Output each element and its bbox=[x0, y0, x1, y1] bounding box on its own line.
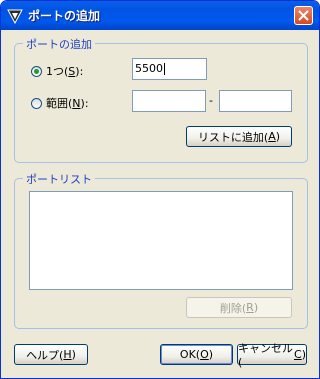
help-label: ヘルプ( bbox=[26, 348, 64, 362]
add-to-list-suffix: ) bbox=[275, 130, 281, 143]
ok-suffix: ) bbox=[208, 348, 214, 361]
add-to-list-accel: A bbox=[268, 130, 276, 143]
text-caret bbox=[164, 63, 165, 75]
range-radio[interactable]: 範囲(N): bbox=[31, 95, 89, 111]
cancel-label: キャンセル( bbox=[238, 342, 293, 369]
delete-button[interactable]: 削除(R) bbox=[186, 297, 292, 318]
add-port-group-title: ポートの追加 bbox=[23, 36, 95, 52]
range-to-input[interactable] bbox=[219, 90, 292, 112]
close-icon bbox=[298, 10, 309, 21]
cancel-suffix: ) bbox=[301, 348, 306, 361]
close-button[interactable] bbox=[294, 6, 313, 25]
help-button[interactable]: ヘルプ(H) bbox=[14, 344, 88, 365]
add-port-dialog: ポートの追加 ポートの追加 1つ(S): 5500 範囲(N): - リストに追… bbox=[0, 0, 320, 379]
delete-suffix: ) bbox=[253, 301, 259, 314]
add-to-list-button[interactable]: リストに追加(A) bbox=[186, 126, 292, 147]
app-icon bbox=[7, 8, 23, 25]
delete-label: 削除( bbox=[219, 301, 247, 315]
help-accel: H bbox=[63, 348, 72, 361]
range-label: 範囲( bbox=[46, 97, 73, 110]
range-accel: N bbox=[72, 96, 81, 110]
delete-accel: R bbox=[246, 301, 254, 314]
range-from-input[interactable] bbox=[132, 90, 206, 112]
ok-button[interactable]: OK(O) bbox=[160, 344, 233, 365]
cancel-button[interactable]: キャンセル(C) bbox=[237, 342, 307, 369]
single-port-value: 5500 bbox=[135, 62, 163, 75]
single-port-radio-indicator[interactable] bbox=[31, 65, 42, 77]
range-radio-indicator[interactable] bbox=[31, 97, 42, 109]
single-port-input[interactable]: 5500 bbox=[132, 58, 207, 80]
title-bar[interactable]: ポートの追加 bbox=[1, 1, 319, 30]
range-suffix: ): bbox=[80, 96, 89, 110]
ok-accel: O bbox=[200, 348, 209, 361]
port-listbox[interactable] bbox=[29, 191, 293, 290]
cancel-accel: C bbox=[294, 348, 302, 361]
single-port-label: 1つ( bbox=[46, 65, 69, 78]
help-suffix: ) bbox=[71, 348, 76, 361]
single-port-suffix: ): bbox=[75, 64, 84, 78]
single-port-radio[interactable]: 1つ(S): bbox=[31, 63, 83, 79]
add-to-list-label: リストに追加( bbox=[197, 130, 269, 144]
window-title: ポートの追加 bbox=[28, 9, 101, 23]
port-list-group-title: ポートリスト bbox=[23, 171, 95, 187]
single-port-accel: S bbox=[68, 64, 76, 78]
ok-label: OK( bbox=[179, 348, 201, 361]
range-separator: - bbox=[209, 94, 213, 107]
